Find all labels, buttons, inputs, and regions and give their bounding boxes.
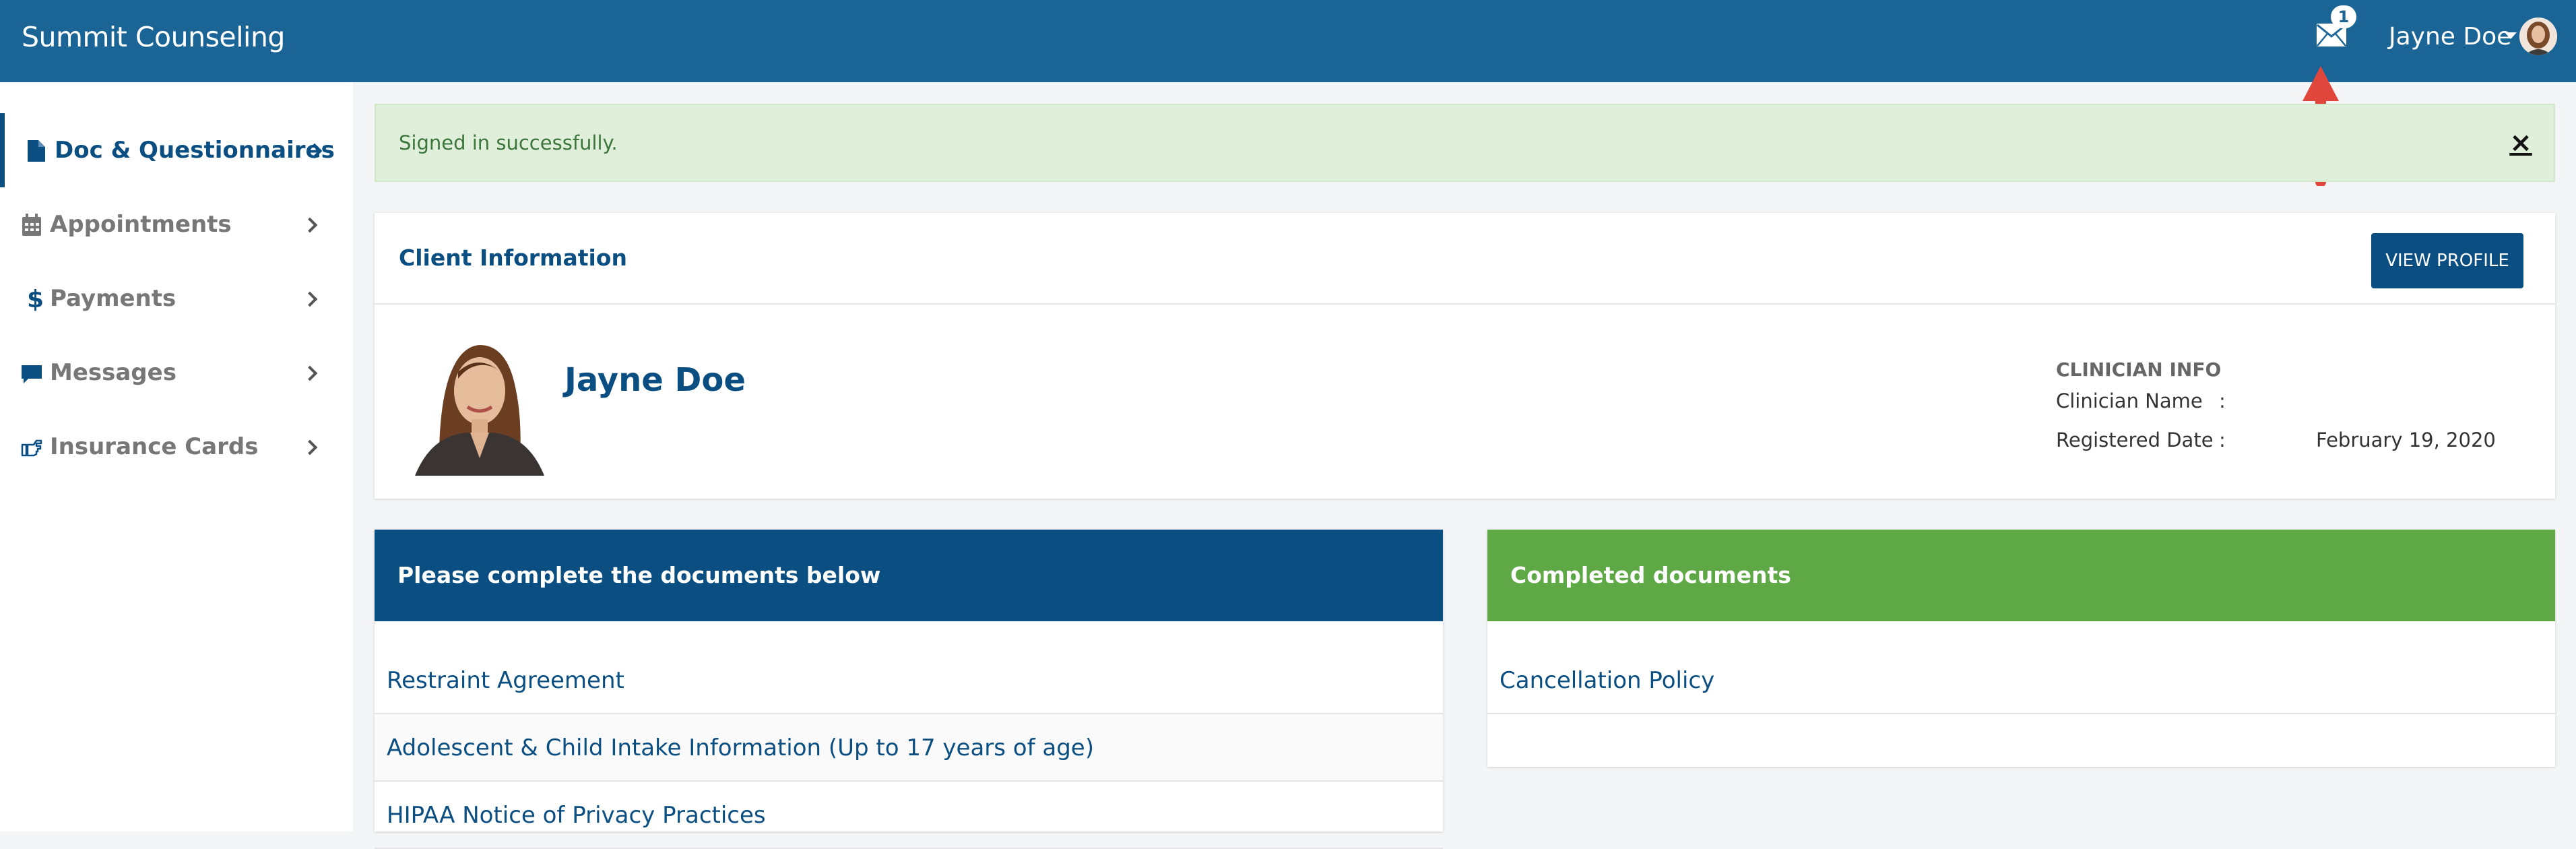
- sidebar-item-label: Appointments: [50, 211, 232, 238]
- success-alert: Signed in successfully.: [375, 104, 2555, 182]
- panel-title: Completed documents: [1510, 562, 1791, 588]
- unread-count-badge: 1: [2331, 5, 2356, 28]
- sidebar-item-label: Insurance Cards: [50, 433, 259, 460]
- list-item: Cancellation Policy: [1487, 647, 2555, 714]
- registered-date-label: Registered Date: [2056, 429, 2214, 451]
- calendar-icon: [22, 214, 41, 236]
- view-profile-button[interactable]: VIEW PROFILE: [2371, 233, 2523, 288]
- client-photo: [406, 332, 550, 476]
- hand-pointing-icon: [21, 439, 42, 457]
- sidebar-item-label: Doc & Questionnaires: [55, 137, 335, 164]
- sidebar-item-label: Payments: [50, 285, 176, 312]
- comment-icon: [22, 365, 42, 383]
- panel-title: Please complete the documents below: [397, 562, 881, 588]
- dollar-icon: $: [27, 287, 43, 311]
- clinician-name-label: Clinician Name: [2056, 389, 2203, 412]
- close-icon[interactable]: ×: [2507, 128, 2534, 162]
- caret-down-icon[interactable]: [2505, 32, 2517, 39]
- sidebar-item-doc-questionnaires[interactable]: Doc & Questionnaires: [0, 113, 337, 187]
- document-link[interactable]: Restraint Agreement: [387, 647, 624, 714]
- chevron-right-icon: [302, 217, 318, 233]
- user-menu-name[interactable]: Jayne Doe: [2389, 0, 2511, 74]
- panel-header: Completed documents: [1487, 530, 2555, 621]
- top-navbar: Summit Counseling 1 Jayne Doe: [0, 0, 2576, 82]
- panel-header: Please complete the documents below: [375, 530, 1443, 621]
- list-item: Restraint Agreement: [375, 647, 1443, 714]
- sidebar-item-appointments[interactable]: Appointments: [0, 187, 337, 261]
- card-title: Client Information: [399, 245, 627, 271]
- registered-date-value: February 19, 2020: [2316, 429, 2496, 451]
- completed-documents-panel: Completed documents Cancellation Policy: [1487, 530, 2555, 767]
- clinician-info-title: CLINICIAN INFO: [2056, 358, 2222, 381]
- sidebar-item-label: Messages: [50, 359, 176, 386]
- client-name: Jayne Doe: [565, 361, 746, 399]
- document-link[interactable]: HIPAA Notice of Privacy Practices: [387, 782, 766, 849]
- list-item: HIPAA Notice of Privacy Practices: [375, 782, 1443, 849]
- pending-documents-panel: Please complete the documents below Rest…: [375, 530, 1443, 849]
- document-link[interactable]: Adolescent & Child Intake Information (U…: [387, 714, 1094, 782]
- client-information-card: Client Information VIEW PROFILE Jayne Do…: [375, 213, 2555, 499]
- chevron-right-icon: [302, 291, 318, 307]
- sidebar-item-payments[interactable]: $ Payments: [0, 261, 337, 336]
- clinician-name-colon: :: [2219, 389, 2226, 412]
- list-item: Adolescent & Child Intake Information (U…: [375, 714, 1443, 782]
- brand-title[interactable]: Summit Counseling: [22, 0, 285, 74]
- alert-message: Signed in successfully.: [399, 131, 618, 154]
- file-icon: [28, 140, 45, 162]
- registered-date-colon: :: [2219, 429, 2226, 451]
- document-link[interactable]: Cancellation Policy: [1500, 647, 1714, 714]
- chevron-right-icon: [302, 439, 318, 455]
- card-header: Client Information VIEW PROFILE: [375, 213, 2555, 305]
- chevron-right-icon: [302, 365, 318, 381]
- sidebar-item-insurance-cards[interactable]: Insurance Cards: [0, 410, 337, 484]
- user-avatar[interactable]: [2519, 18, 2557, 55]
- sidebar-item-messages[interactable]: Messages: [0, 336, 337, 410]
- sidebar: Doc & Questionnaires Appointments $ Paym…: [0, 82, 353, 831]
- svg-text:$: $: [27, 287, 43, 311]
